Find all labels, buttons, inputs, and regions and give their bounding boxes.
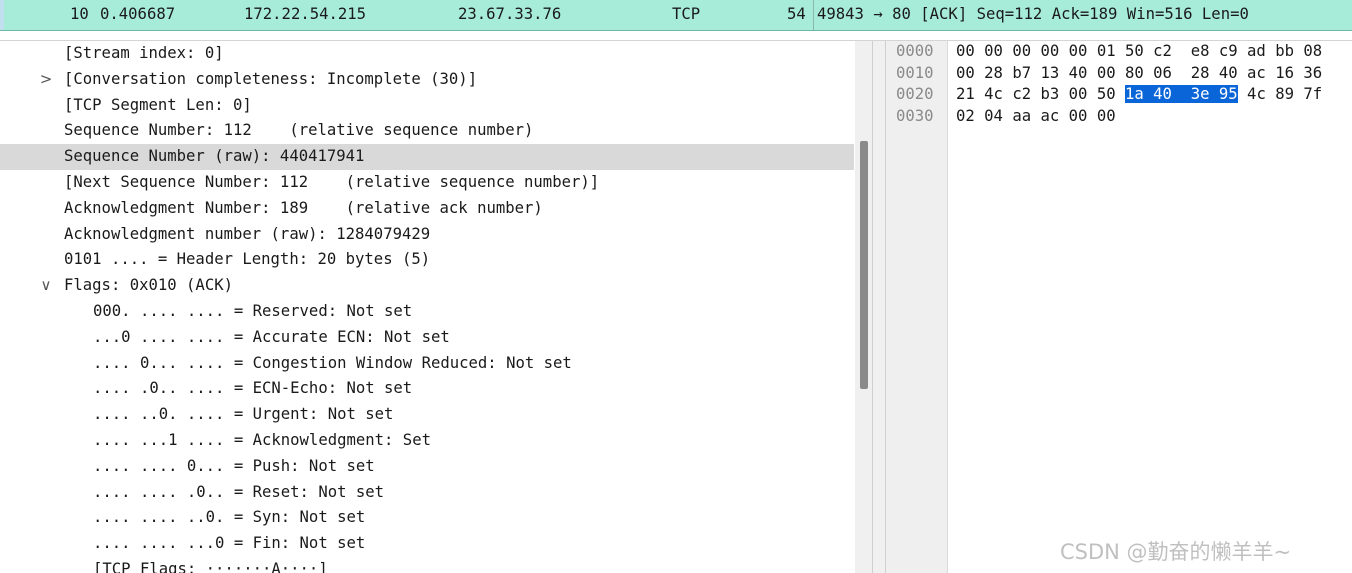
hex-row[interactable]: 00 00 00 00 00 01 50 c2 e8 c9 ad bb 08 [956,41,1322,63]
detail-tree-item[interactable]: > [Conversation completeness: Incomplete … [0,67,854,93]
hex-offset-column: 0000 0010 0020 0030 [886,41,948,573]
packet-list-row[interactable]: 10 0.406687 172.22.54.215 23.67.33.76 TC… [0,0,1352,31]
packet-time: 0.406687 [100,5,176,23]
hex-bytes-text: 02 04 aa ac 00 00 [956,106,1116,125]
hex-offset: 0030 [896,106,934,125]
packet-destination: 23.67.33.76 [458,5,562,23]
detail-tree-item[interactable]: [Next Sequence Number: 112 (relative seq… [0,170,854,196]
detail-tree-item-label: .... .... 0... = Push: Not set [93,456,375,475]
detail-tree-item-label: Flags: 0x010 (ACK) [64,276,233,295]
detail-tree-item[interactable]: [TCP Segment Len: 0] [0,93,854,119]
detail-tree-item-label: .... ..0. .... = Urgent: Not set [93,405,394,424]
detail-tree-item[interactable]: .... .... ...0 = Fin: Not set [0,531,854,557]
packet-number: 10 [70,5,89,23]
detail-tree-item-label: Sequence Number: 112 (relative sequence … [64,121,534,140]
detail-tree-item-label: 0101 .... = Header Length: 20 bytes (5) [64,250,431,269]
hex-offset: 0010 [896,63,934,82]
hex-bytes-highlighted: 1a 40 3e 95 [1125,85,1238,103]
detail-tree-item[interactable]: ∨ Flags: 0x010 (ACK) [0,273,854,299]
detail-tree-item[interactable]: .... 0... .... = Congestion Window Reduc… [0,351,854,377]
detail-tree-item[interactable]: Sequence Number (raw): 440417941 [0,144,854,170]
hex-bytes-text: 21 4c c2 b3 00 50 [956,85,1125,103]
packet-length: 54 [787,5,806,23]
hex-row[interactable]: 02 04 aa ac 00 00 [956,106,1116,128]
detail-tree-item-label: .... .0.. .... = ECN-Echo: Not set [93,379,413,398]
detail-tree-item-label: .... .... ...0 = Fin: Not set [93,534,366,553]
hex-row[interactable]: 00 28 b7 13 40 00 80 06 28 40 ac 16 36 [956,63,1322,85]
detail-tree-item[interactable]: [TCP Flags: ·······A····] [0,557,854,573]
hex-bytes-text: 00 28 b7 13 40 00 80 06 28 40 ac 16 36 [956,63,1323,82]
details-scrollbar-thumb[interactable] [860,141,868,389]
detail-tree-item-label: .... .... .0.. = Reset: Not set [93,482,385,501]
detail-tree-item[interactable]: Acknowledgment number (raw): 1284079429 [0,222,854,248]
hex-offset: 0020 [896,85,934,103]
pane-splitter[interactable] [0,31,1352,41]
expand-chevron-icon[interactable]: > [38,67,54,93]
packet-info: 49843 → 80 [ACK] Seq=112 Ack=189 Win=516… [817,5,1249,23]
detail-tree-item-label: [Stream index: 0] [64,44,224,62]
detail-tree-item[interactable]: .... ..0. .... = Urgent: Not set [0,402,854,428]
detail-tree-item[interactable]: .... .... .0.. = Reset: Not set [0,480,854,506]
detail-tree-item[interactable]: .... ...1 .... = Acknowledgment: Set [0,428,854,454]
detail-tree-item-label: Sequence Number (raw): 440417941 [64,147,365,166]
detail-tree-item-label: [TCP Flags: ·······A····] [93,560,328,573]
detail-tree-item-label: Acknowledgment Number: 189 (relative ack… [64,198,543,217]
packet-bytes-pane[interactable]: 0000 0010 0020 0030 00 00 00 00 00 01 50 c2… [886,41,1352,573]
detail-tree-item-label: .... 0... .... = Congestion Window Reduc… [93,353,572,372]
detail-tree-item-label: .... .... ..0. = Syn: Not set [93,508,366,527]
detail-tree-item[interactable]: Acknowledgment Number: 189 (relative ack… [0,196,854,222]
hex-row[interactable]: 21 4c c2 b3 00 50 1a 40 3e 95 4c 89 7f [956,84,1322,106]
hex-offset: 0000 [896,42,934,60]
detail-tree-item[interactable]: .... .0.. .... = ECN-Echo: Not set [0,376,854,402]
detail-tree-item-label: [TCP Segment Len: 0] [64,95,252,114]
detail-tree-item[interactable]: ...0 .... .... = Accurate ECN: Not set [0,325,854,351]
detail-tree-item-label: 000. .... .... = Reserved: Not set [93,302,413,320]
detail-tree-item[interactable]: Sequence Number: 112 (relative sequence … [0,118,854,144]
hex-bytes-text: 4c 89 7f [1237,85,1323,103]
packet-details-pane[interactable]: [Stream index: 0] > [Conversation complete… [0,41,872,573]
detail-tree-item[interactable]: 0101 .... = Header Length: 20 bytes (5) [0,247,854,273]
detail-tree-item-label: .... ...1 .... = Acknowledgment: Set [93,431,431,449]
column-separator [813,0,814,30]
detail-tree-item-label: [Next Sequence Number: 112 (relative seq… [64,173,600,191]
row-edge-marker [0,0,4,30]
detail-tree-item-label: ...0 .... .... = Accurate ECN: Not set [93,327,450,346]
collapse-chevron-icon[interactable]: ∨ [38,273,54,299]
detail-tree-item-label: Acknowledgment number (raw): 1284079429 [64,224,431,243]
hex-bytes-text: 00 00 00 00 00 01 50 c2 e8 c9 ad bb 08 [956,42,1323,60]
detail-tree-item[interactable]: .... .... 0... = Push: Not set [0,454,854,480]
packet-protocol: TCP [672,5,701,23]
packet-source: 172.22.54.215 [244,5,367,23]
detail-tree-item[interactable]: 000. .... .... = Reserved: Not set [0,299,854,325]
detail-tree-item-label: [Conversation completeness: Incomplete (… [64,69,478,88]
watermark-text: CSDN @勤奋的懒羊羊~ [1060,540,1292,564]
vertical-pane-divider[interactable] [872,41,886,573]
detail-tree-item[interactable]: [Stream index: 0] [0,41,854,67]
detail-tree-item[interactable]: .... .... ..0. = Syn: Not set [0,505,854,531]
